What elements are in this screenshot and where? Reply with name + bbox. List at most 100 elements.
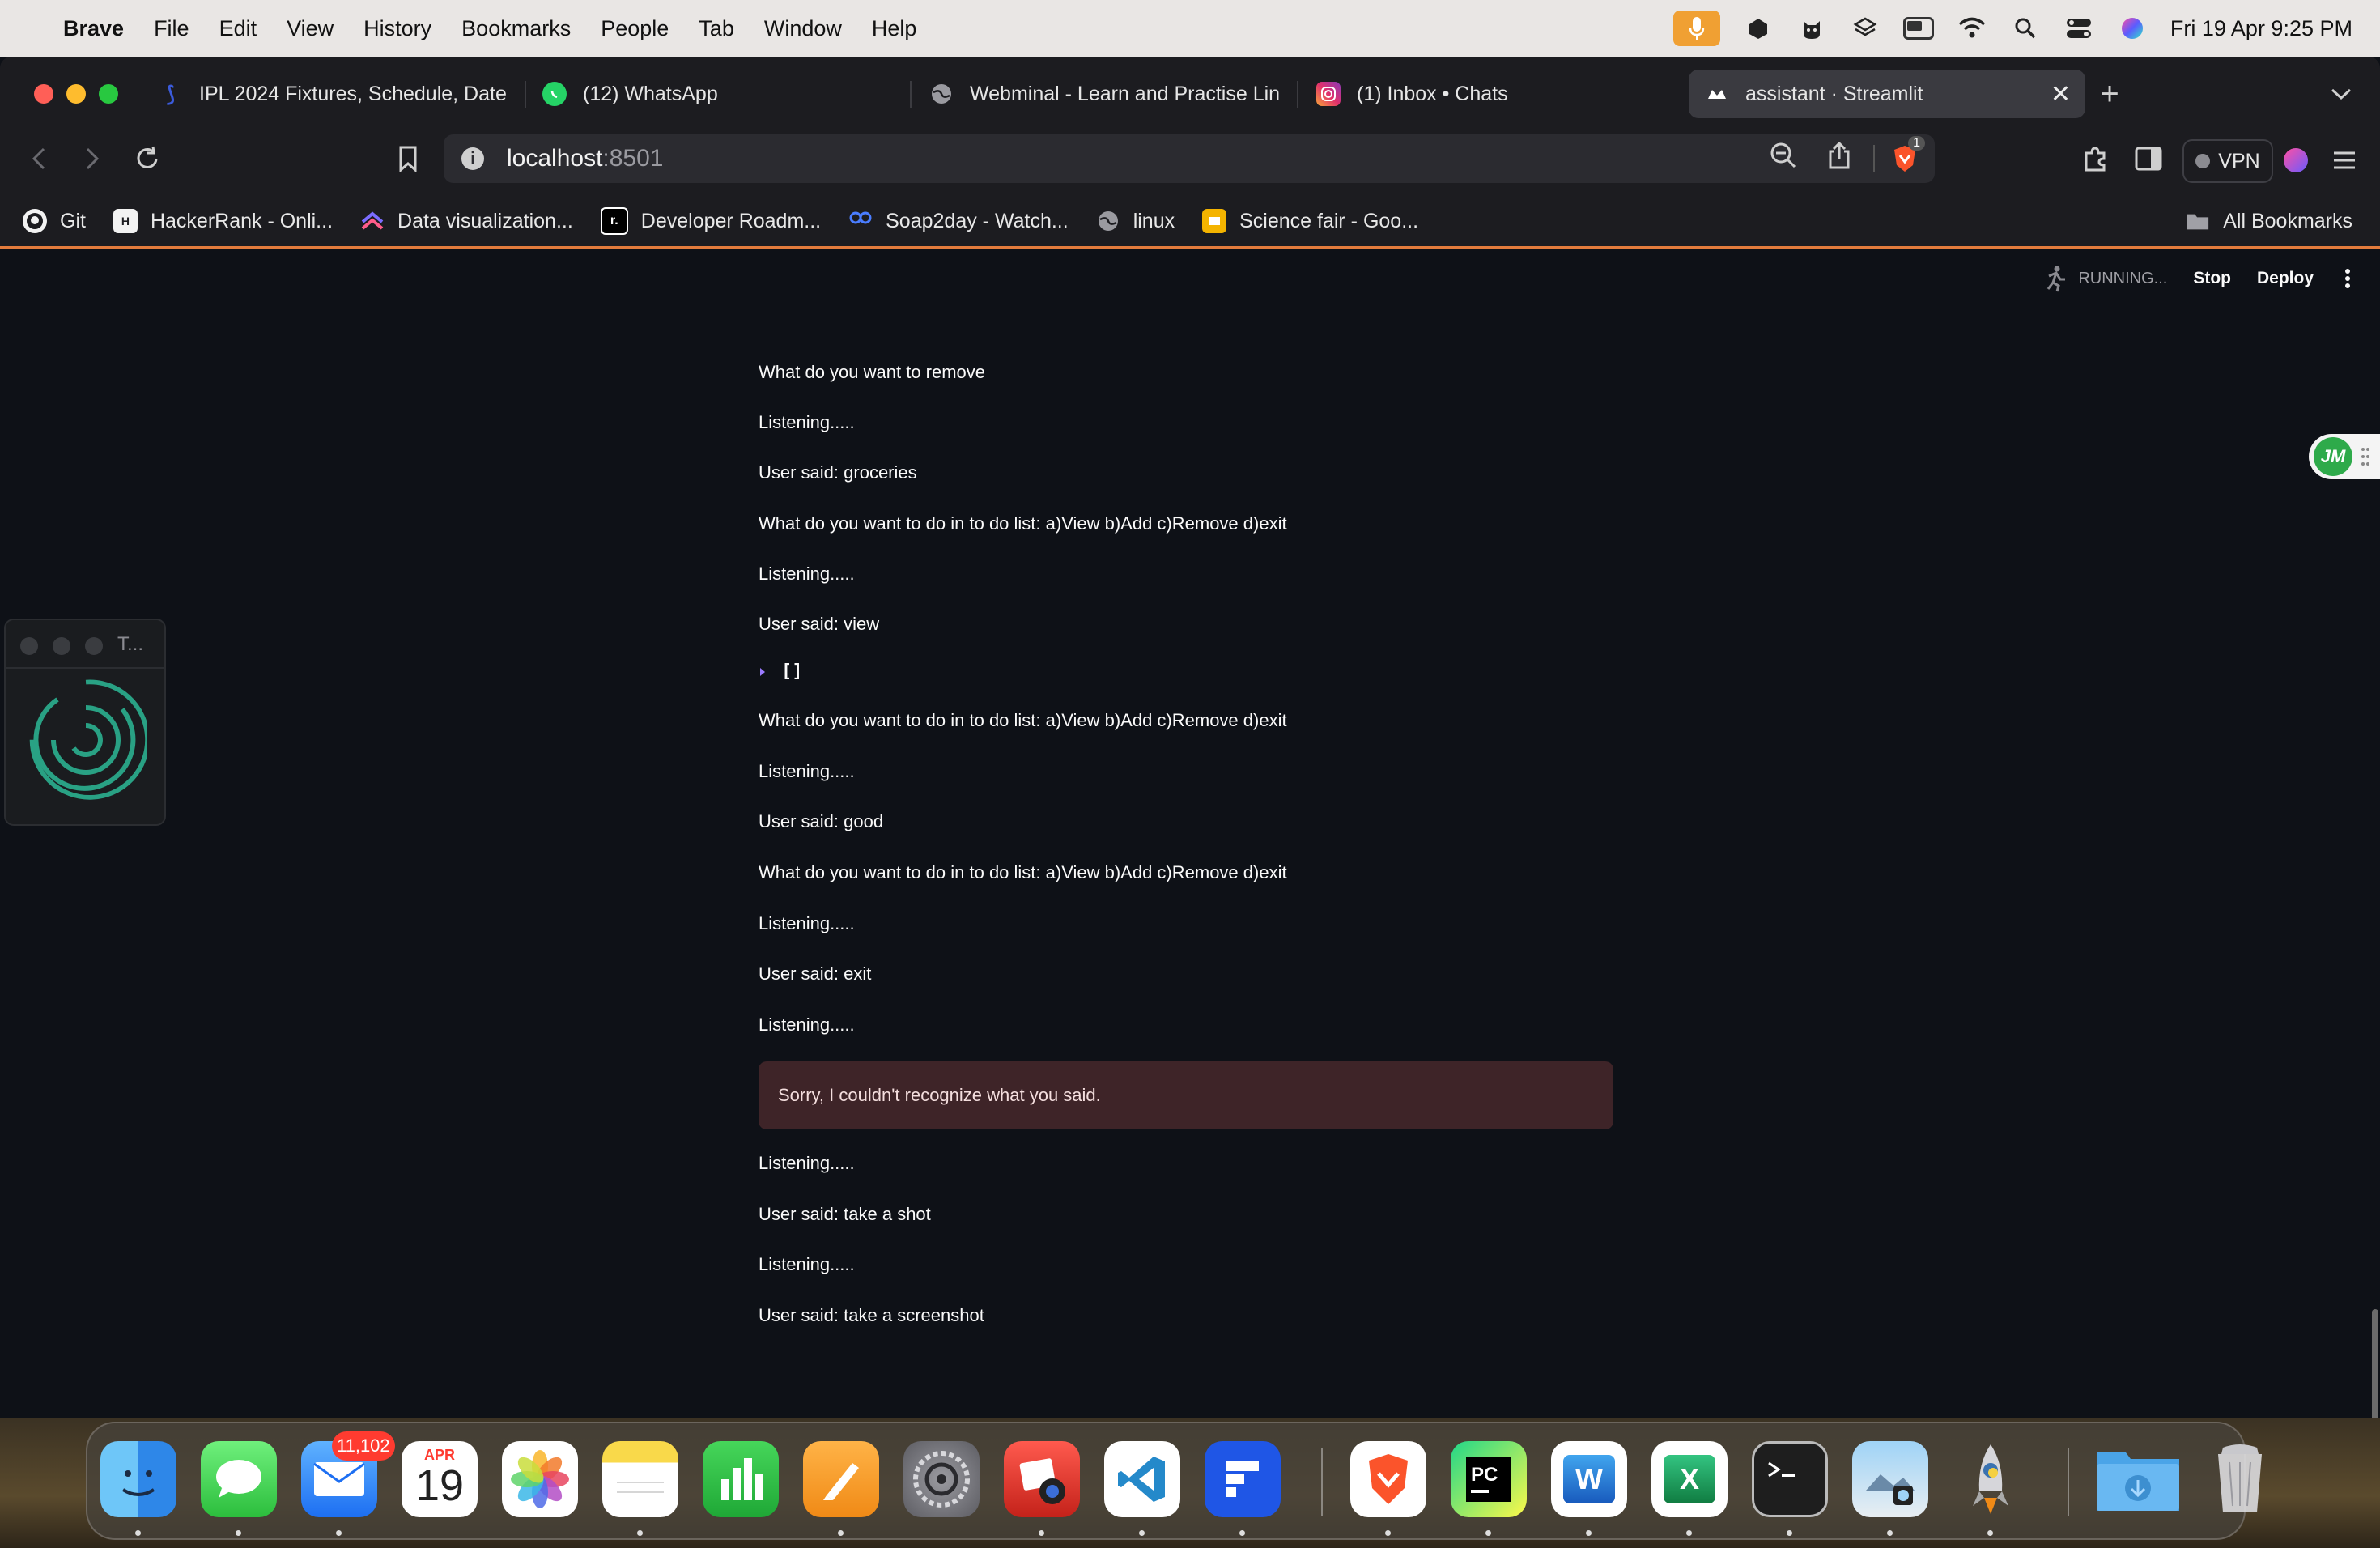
zoom-window-button[interactable] <box>99 84 118 104</box>
log-line: What do you want to remove <box>759 362 986 382</box>
tab-streamlit-active[interactable]: assistant · Streamlit ✕ <box>1689 70 2085 118</box>
extensions-icon[interactable] <box>2077 141 2113 176</box>
bookmark-developer-roadmap[interactable]: r. Developer Roadm... <box>600 207 822 235</box>
share-icon[interactable] <box>1828 141 1851 176</box>
downloads-folder-icon[interactable] <box>2093 1441 2182 1517</box>
zoom-icon[interactable] <box>1770 142 1797 176</box>
menu-tab[interactable]: Tab <box>699 16 734 41</box>
bookmark-label: Data visualization... <box>397 209 573 232</box>
mini-window-title: T... <box>117 633 144 655</box>
messages-icon[interactable] <box>201 1441 277 1517</box>
minimize-window-button[interactable] <box>66 84 86 104</box>
toolbox-app-icon[interactable] <box>1205 1441 1281 1517</box>
microsoft-excel-icon[interactable]: X <box>1651 1441 1728 1517</box>
bookmark-page-icon[interactable] <box>390 141 426 176</box>
close-tab-icon[interactable]: ✕ <box>2051 80 2071 108</box>
close-window-button[interactable] <box>34 84 53 104</box>
brave-rewards-icon[interactable] <box>2278 142 2314 178</box>
jm-avatar-icon[interactable]: JM <box>2314 437 2352 476</box>
tab-title: Webminal - Learn and Practise Lin <box>970 82 1281 105</box>
instagram-icon <box>1316 82 1341 106</box>
menu-history[interactable]: History <box>363 16 431 41</box>
back-icon[interactable] <box>21 141 57 176</box>
control-center-icon[interactable] <box>2063 13 2094 44</box>
side-floating-widget[interactable]: JM <box>2309 434 2380 479</box>
running-man-icon <box>2047 266 2066 292</box>
microphone-icon[interactable] <box>1672 11 1720 46</box>
scrollbar[interactable] <box>2372 1309 2378 1418</box>
menu-file[interactable]: File <box>154 16 189 41</box>
brave-browser-icon[interactable] <box>1350 1441 1426 1517</box>
python-launcher-icon[interactable] <box>1953 1441 2029 1517</box>
tab-title: IPL 2024 Fixtures, Schedule, Date <box>199 82 507 105</box>
microsoft-word-icon[interactable]: W <box>1551 1441 1627 1517</box>
reload-icon[interactable] <box>130 141 165 176</box>
tab-ipl[interactable]: ⟆ IPL 2024 Fixtures, Schedule, Date <box>159 70 507 118</box>
menu-view[interactable]: View <box>287 16 334 41</box>
battery-icon[interactable] <box>1902 13 1934 44</box>
all-bookmarks-button[interactable]: All Bookmarks <box>2186 209 2352 233</box>
pycharm-icon[interactable]: PC <box>1451 1441 1527 1517</box>
tab-whatsapp[interactable]: (12) WhatsApp <box>542 70 899 118</box>
address-bar[interactable]: i localhost :8501 1 <box>444 134 1935 183</box>
more-options-icon[interactable] <box>2340 268 2356 289</box>
vpn-button[interactable]: VPN <box>2182 139 2273 183</box>
json-viewer[interactable]: [] <box>759 661 803 682</box>
log-line: User said: good <box>759 811 884 831</box>
preview-icon[interactable] <box>1852 1441 1928 1517</box>
menu-window[interactable]: Window <box>764 16 842 41</box>
bookmark-linux[interactable]: linux <box>1096 209 1175 233</box>
terminal-icon[interactable] <box>1752 1441 1828 1517</box>
window-button[interactable] <box>20 637 38 655</box>
menubar-datetime[interactable]: Fri 19 Apr 9:25 PM <box>2170 16 2352 41</box>
floating-assistant-window[interactable]: T... <box>4 619 166 826</box>
ipl-icon: ⟆ <box>166 81 176 106</box>
calendar-icon[interactable]: APR 19 <box>402 1441 478 1517</box>
toolbox-icon[interactable] <box>1743 13 1774 44</box>
finder-icon[interactable] <box>100 1441 176 1517</box>
layers-icon[interactable] <box>1850 13 1881 44</box>
wifi-icon[interactable] <box>1957 13 1987 44</box>
browser-toolbar: i localhost :8501 1 VPN <box>0 131 2380 196</box>
bookmark-data-visualization[interactable]: Data visualization... <box>360 209 573 233</box>
bookmark-science-fair[interactable]: Science fair - Goo... <box>1202 209 1418 233</box>
window-button[interactable] <box>85 637 103 655</box>
deploy-button[interactable]: Deploy <box>2257 269 2314 288</box>
menu-app-name[interactable]: Brave <box>63 16 124 41</box>
bookmark-label: HackerRank - Onli... <box>150 209 334 232</box>
menu-help[interactable]: Help <box>872 16 917 41</box>
tab-instagram[interactable]: (1) Inbox • Chats <box>1316 70 1672 118</box>
cat-icon[interactable] <box>1796 13 1827 44</box>
expand-caret-icon[interactable] <box>759 666 767 678</box>
tab-webminal[interactable]: Webminal - Learn and Practise Lin <box>929 70 1282 118</box>
photo-booth-icon[interactable] <box>1004 1441 1080 1517</box>
numbers-icon[interactable] <box>703 1441 779 1517</box>
stop-button[interactable]: Stop <box>2193 269 2231 288</box>
tab-list-chevron-icon[interactable] <box>2325 78 2357 110</box>
bookmark-soap2day[interactable]: Soap2day - Watch... <box>848 209 1069 233</box>
menu-edit[interactable]: Edit <box>219 16 257 41</box>
vscode-icon[interactable] <box>1104 1441 1180 1517</box>
notes-icon[interactable] <box>602 1441 678 1517</box>
bookmark-label: Developer Roadm... <box>640 209 822 232</box>
bookmark-hackerrank[interactable]: H HackerRank - Onli... <box>113 209 333 233</box>
site-info-icon[interactable]: i <box>461 147 484 170</box>
new-tab-icon[interactable]: + <box>2092 76 2127 112</box>
menu-bar: Brave File Edit View History Bookmarks P… <box>0 0 2380 57</box>
menu-bookmarks[interactable]: Bookmarks <box>461 16 571 41</box>
bookmark-git[interactable]: Git <box>23 209 86 233</box>
sidebar-toggle-icon[interactable] <box>2131 141 2166 176</box>
bookmark-label: linux <box>1133 209 1175 232</box>
window-button[interactable] <box>53 637 70 655</box>
drag-handle-icon[interactable] <box>2361 447 2370 466</box>
menu-hamburger-icon[interactable] <box>2327 142 2362 178</box>
spotlight-search-icon[interactable] <box>2010 13 2041 44</box>
pages-icon[interactable] <box>803 1441 879 1517</box>
trash-icon[interactable] <box>2202 1441 2278 1517</box>
photos-icon[interactable] <box>502 1441 578 1517</box>
forward-icon[interactable] <box>74 141 110 176</box>
system-settings-icon[interactable] <box>903 1441 980 1517</box>
siri-icon[interactable] <box>2117 13 2148 44</box>
url-host: localhost <box>507 145 603 172</box>
menu-people[interactable]: People <box>601 16 669 41</box>
